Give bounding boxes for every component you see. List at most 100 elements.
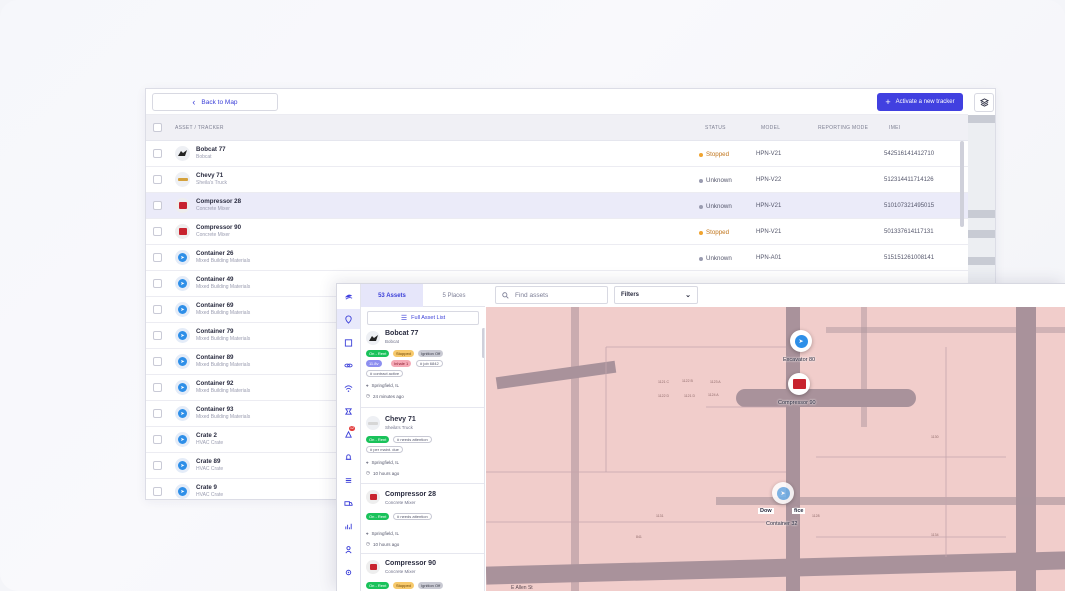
tracker-avatar-icon: ➤ [175,302,190,317]
model-cell: HPN-V22 [756,177,782,183]
map-label-excavator: Excavator 80 [783,357,816,363]
table-row[interactable]: Bobcat 77 Bobcat Stopped HPN-V21 5425161… [146,141,968,167]
row-checkbox[interactable] [153,487,162,496]
table-row[interactable]: Chevy 71 Sheila's Truck Unknown HPN-V22 … [146,167,968,193]
asset-card[interactable]: Compressor 90 Concrete Mixer On - Rent S… [361,554,484,591]
tag-contract: # contract active [366,370,404,377]
logo-icon[interactable] [337,286,360,306]
row-checkbox[interactable] [153,435,162,444]
asset-name: Container 49 [196,276,234,283]
card-time: ◷ 10 hours ago [366,470,400,476]
chevron-down-icon: ⌄ [685,292,691,299]
asset-card[interactable]: Bobcat 77 Bobcat On - Rent Stopped Ignit… [361,328,484,408]
layers-button[interactable] [974,93,994,112]
filters-dropdown[interactable]: Filters ⌄ [614,286,698,304]
search-input[interactable]: Find assets [495,286,608,304]
lot-number: 1121 C [658,380,670,384]
geofence-icon[interactable] [337,401,360,421]
column-status[interactable]: STATUS [705,125,726,131]
filters-label: Filters [621,292,640,298]
back-to-map-button[interactable]: ‹ Back to Map [152,93,278,111]
row-checkbox[interactable] [153,175,162,184]
tab-places[interactable]: 5 Places [423,284,485,307]
card-type: Concrete Mixer [385,500,416,505]
alerts-icon[interactable]: 12 [337,424,360,444]
wifi-icon[interactable] [337,378,360,398]
clock-icon: ◷ [366,470,370,475]
model-cell: HPN-V21 [756,151,782,157]
container-map-marker[interactable]: ➤ [772,482,794,504]
clock-icon: ◷ [366,541,370,546]
asset-card[interactable]: Compressor 28 Concrete Mixer On - Rent #… [361,484,484,554]
column-asset[interactable]: ASSET / TRACKER [175,125,224,131]
compressor-map-marker[interactable] [788,373,810,395]
row-checkbox[interactable] [153,331,162,340]
table-scrollbar[interactable] [960,141,964,227]
help-icon[interactable] [337,584,360,591]
bell-icon[interactable] [337,447,360,467]
asset-name: Container 69 [196,302,234,309]
asset-type: Mixed Building Materials [196,414,251,420]
asset-type: HVAC Crate [196,492,224,498]
table-row[interactable]: Compressor 28 Concrete Mixer Unknown HPN… [146,193,968,219]
map-canvas[interactable]: 1121 C 1122 B 1123 A 1122 D 1124 A 1121 … [486,307,1065,591]
truck-icon[interactable] [337,493,360,513]
row-checkbox[interactable] [153,149,162,158]
card-type: Sheila's Truck [385,425,413,430]
tab-assets[interactable]: 53 Assets [361,284,423,307]
imei-cell: 510107321495015 [884,203,935,209]
tracker-avatar-icon: ➤ [175,432,190,447]
table-row[interactable]: Compressor 90 Concrete Mixer Stopped HPN… [146,219,968,245]
asset-name: Container 89 [196,354,234,361]
row-checkbox[interactable] [153,279,162,288]
full-asset-list-button[interactable]: ☰ Full Asset List [367,311,479,325]
list-icon: ☰ [400,315,408,322]
asset-name: Crate 89 [196,458,221,465]
column-reporting-mode[interactable]: REPORTING MODE [818,125,868,131]
row-checkbox[interactable] [153,383,162,392]
imei-cell: 515151261008141 [884,255,935,261]
asset-name: Crate 2 [196,432,217,439]
map-label-container: Container 32 [766,521,798,527]
lot-number: 1128 [812,514,820,518]
select-all-checkbox[interactable] [153,123,162,132]
back-to-map-label: Back to Map [201,98,238,106]
lot-number: 1122 B [682,379,693,383]
compressor-avatar-icon [366,560,380,574]
settings-icon[interactable] [337,562,360,582]
table-row[interactable]: ➤ Container 26 Mixed Building Materials … [146,245,968,271]
tracker-avatar-icon: ➤ [175,458,190,473]
model-cell: HPN-V21 [756,229,782,235]
asset-name: Compressor 90 [196,224,242,231]
status-badge: Unknown [699,203,732,210]
asset-card[interactable]: Chevy 71 Sheila's Truck On - Rent # need… [361,408,484,484]
list-icon[interactable] [337,470,360,490]
row-checkbox[interactable] [153,461,162,470]
calendar-icon[interactable] [337,332,360,352]
activate-tracker-button[interactable]: + Activate a new tracker [877,93,963,111]
lot-number: 841 [636,535,642,539]
row-checkbox[interactable] [153,227,162,236]
row-checkbox[interactable] [153,253,162,262]
card-list-scrollbar[interactable] [482,328,484,358]
column-imei[interactable]: IMEI [889,125,900,131]
row-checkbox[interactable] [153,357,162,366]
map-pin-icon[interactable] [337,309,360,329]
asset-name: Container 26 [196,250,234,257]
search-placeholder: Find assets [515,291,549,299]
row-checkbox[interactable] [153,409,162,418]
row-checkbox[interactable] [153,201,162,210]
asset-type: Bobcat [196,154,212,160]
asset-type: HVAC Crate [196,466,224,472]
column-model[interactable]: MODEL [761,125,780,131]
tag-stopped: Stopped [393,350,414,357]
asset-type: HVAC Crate [196,440,224,446]
chart-icon[interactable] [337,516,360,536]
imei-cell: 542516141412710 [884,151,935,157]
excavator-map-marker[interactable]: ➤ [790,330,812,352]
link-icon[interactable] [337,355,360,375]
asset-name: Container 93 [196,406,234,413]
row-checkbox[interactable] [153,305,162,314]
search-icon [502,291,509,299]
user-icon[interactable] [337,539,360,559]
